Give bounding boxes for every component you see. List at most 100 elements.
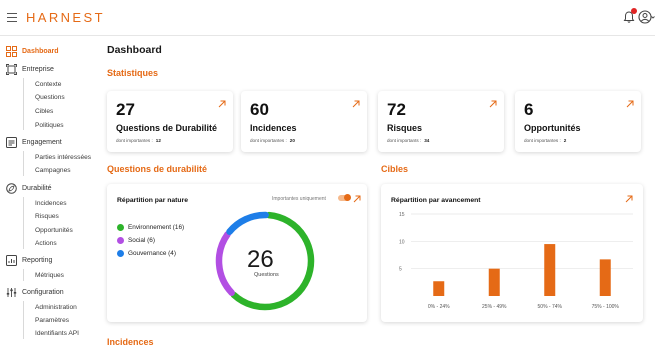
- stat-sub: dont importants :34: [387, 138, 430, 143]
- sidebar-subitem-actions[interactable]: Actions: [35, 240, 57, 247]
- stat-value: 72: [387, 100, 406, 119]
- stat-value: 27: [116, 100, 135, 119]
- nav-rail: [23, 301, 24, 339]
- open-arrow-icon[interactable]: [489, 100, 497, 108]
- section-title-cibles: Cibles: [381, 164, 409, 174]
- sidebar-item-dashboard[interactable]: Dashboard: [6, 46, 59, 57]
- sidebar-item-label: Entreprise: [22, 66, 54, 73]
- toggle-knob[interactable]: [344, 194, 351, 201]
- avancement-bar-chart: 5 10 15 0% - 24% 25% - 49% 50% - 74% 75% - 100…: [399, 212, 633, 310]
- sidebar-subitem-contexte[interactable]: Contexte: [35, 81, 61, 88]
- stat-sub: dont importantes :12: [116, 138, 161, 143]
- sidebar-item-label: Configuration: [22, 289, 64, 296]
- toggle-label: Importantes uniquement: [272, 196, 326, 202]
- donut-slice-2: [226, 211, 269, 235]
- bar-0[interactable]: [433, 281, 445, 296]
- stat-label: Opportunités: [524, 123, 581, 133]
- sidebar-subitem-campagnes[interactable]: Campagnes: [35, 167, 71, 174]
- legend-label: Environnement (16): [128, 224, 185, 231]
- donut-slice-1: [215, 231, 235, 296]
- leaf-icon: [6, 183, 17, 194]
- legend-gouvernance: Gouvernance (4): [117, 250, 176, 257]
- sidebar-subitem-cibles[interactable]: Cibles: [35, 108, 53, 115]
- nature-panel: Répartition par nature Importantes uniqu…: [107, 184, 367, 322]
- stat-card-risques[interactable]: 72 Risques dont importants :34: [378, 91, 504, 152]
- nav-rail: [23, 151, 24, 176]
- legend-dot: [117, 250, 124, 257]
- handshake-icon: [6, 137, 17, 148]
- sidebar-subitem-parametres[interactable]: Paramètres: [35, 317, 69, 324]
- sidebar-item-label: Durabilité: [22, 185, 52, 192]
- bar-3[interactable]: [599, 259, 611, 296]
- open-arrow-icon[interactable]: [218, 100, 226, 108]
- legend-social: Social (6): [117, 237, 155, 244]
- open-arrow-icon[interactable]: [626, 100, 634, 108]
- x-tick-label: 50% - 74%: [538, 304, 563, 310]
- open-arrow-icon[interactable]: [352, 100, 360, 108]
- donut-total: 26: [247, 246, 274, 273]
- section-title-questions: Questions de durabilité: [107, 164, 208, 174]
- panel-title: Répartition par nature: [117, 197, 188, 204]
- top-bar: HARNEST: [0, 0, 655, 36]
- sidebar-subitem-politiques[interactable]: Politiques: [35, 122, 64, 129]
- y-tick-label: 5: [399, 267, 402, 273]
- stat-label: Incidences: [250, 123, 297, 133]
- grid-icon: [6, 46, 17, 57]
- stat-sub: dont importantes :2: [524, 138, 567, 143]
- notification-badge: [631, 8, 637, 14]
- section-title-statistiques: Statistiques: [107, 68, 159, 78]
- sidebar-subitem-incidences[interactable]: Incidences: [35, 200, 67, 207]
- stat-card-questions[interactable]: 27 Questions de Durabilité dont importan…: [107, 91, 233, 152]
- legend-label: Social (6): [128, 237, 155, 244]
- legend-label: Gouvernance (4): [128, 250, 176, 257]
- nav-rail: [23, 197, 24, 249]
- report-icon: [6, 255, 17, 266]
- building-icon: [6, 64, 17, 75]
- sidebar-subitem-metriques[interactable]: Métriques: [35, 272, 64, 279]
- stat-card-opportunites[interactable]: 6 Opportunités dont importantes :2: [515, 91, 641, 152]
- stat-value: 60: [250, 100, 269, 119]
- menu-icon[interactable]: [7, 13, 17, 22]
- bar-2[interactable]: [544, 244, 556, 296]
- y-tick-label: 10: [399, 239, 405, 245]
- sidebar-item-engagement[interactable]: Engagement: [6, 137, 62, 148]
- sidebar-subitem-administration[interactable]: Administration: [35, 304, 77, 311]
- open-arrow-icon[interactable]: [353, 195, 361, 203]
- sidebar-subitem-opportunites[interactable]: Opportunités: [35, 227, 73, 234]
- x-tick-label: 25% - 49%: [482, 304, 507, 310]
- sidebar-item-durabilite[interactable]: Durabilité: [6, 183, 52, 194]
- legend-dot: [117, 224, 124, 231]
- sidebar-subitem-risques[interactable]: Risques: [35, 213, 59, 220]
- sidebar-item-configuration[interactable]: Configuration: [6, 287, 64, 298]
- sidebar-subitem-api[interactable]: Identifiants API: [35, 330, 79, 337]
- sidebar-item-label: Reporting: [22, 257, 53, 264]
- stat-label: Risques: [387, 123, 423, 133]
- page-title: Dashboard: [107, 44, 162, 56]
- sliders-icon: [6, 288, 17, 297]
- stat-sub: dont importantes :20: [250, 138, 295, 143]
- sidebar-subitem-questions[interactable]: Questions: [35, 94, 65, 101]
- stat-label: Questions de Durabilité: [116, 123, 218, 133]
- x-tick-label: 0% - 24%: [428, 304, 450, 310]
- legend-environnement: Environnement (16): [117, 224, 184, 231]
- legend-dot: [117, 237, 124, 244]
- sidebar: Dashboard Entreprise Contexte Questions …: [0, 36, 97, 351]
- bar-1[interactable]: [488, 268, 500, 296]
- main-content: Dashboard Statistiques 27 Questions de D…: [97, 36, 655, 351]
- sidebar-item-reporting[interactable]: Reporting: [6, 255, 52, 266]
- nav-rail: [23, 78, 24, 130]
- sidebar-item-label: Dashboard: [22, 48, 59, 55]
- app-logo[interactable]: HARNEST: [26, 10, 105, 25]
- account-icon[interactable]: [638, 9, 655, 25]
- section-title-incidences: Incidences: [107, 337, 154, 347]
- x-tick-label: 75% - 100%: [592, 304, 620, 310]
- sidebar-item-label: Engagement: [22, 139, 62, 146]
- nav-rail: [23, 269, 24, 281]
- donut-total-label: Questions: [254, 272, 279, 278]
- avancement-panel: Répartition par avancement 5 10 15 0% - 24%…: [381, 184, 643, 322]
- stat-card-incidences[interactable]: 60 Incidences dont importantes :20: [241, 91, 367, 152]
- sidebar-subitem-parties[interactable]: Parties intéressées: [35, 154, 91, 161]
- stat-value: 6: [524, 100, 534, 119]
- y-tick-label: 15: [399, 212, 405, 218]
- sidebar-item-entreprise[interactable]: Entreprise: [6, 64, 54, 75]
